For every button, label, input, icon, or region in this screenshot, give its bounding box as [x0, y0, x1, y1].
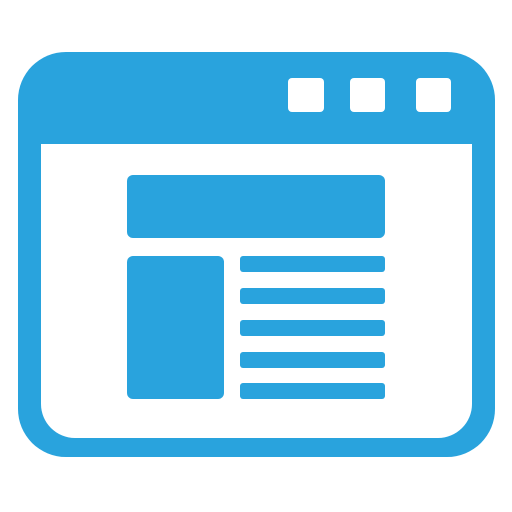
text-line-5 — [240, 383, 385, 399]
window-control-3 — [416, 78, 451, 112]
browser-window-article-layout-icon — [18, 52, 495, 457]
text-line-1 — [240, 256, 385, 272]
text-line-3 — [240, 320, 385, 336]
icon-canvas — [0, 0, 512, 512]
window-control-1 — [288, 78, 324, 112]
text-line-4 — [240, 352, 385, 368]
window-control-2 — [350, 78, 385, 112]
text-line-2 — [240, 288, 385, 304]
content-image-block — [127, 256, 224, 399]
content-header-block — [127, 175, 385, 238]
